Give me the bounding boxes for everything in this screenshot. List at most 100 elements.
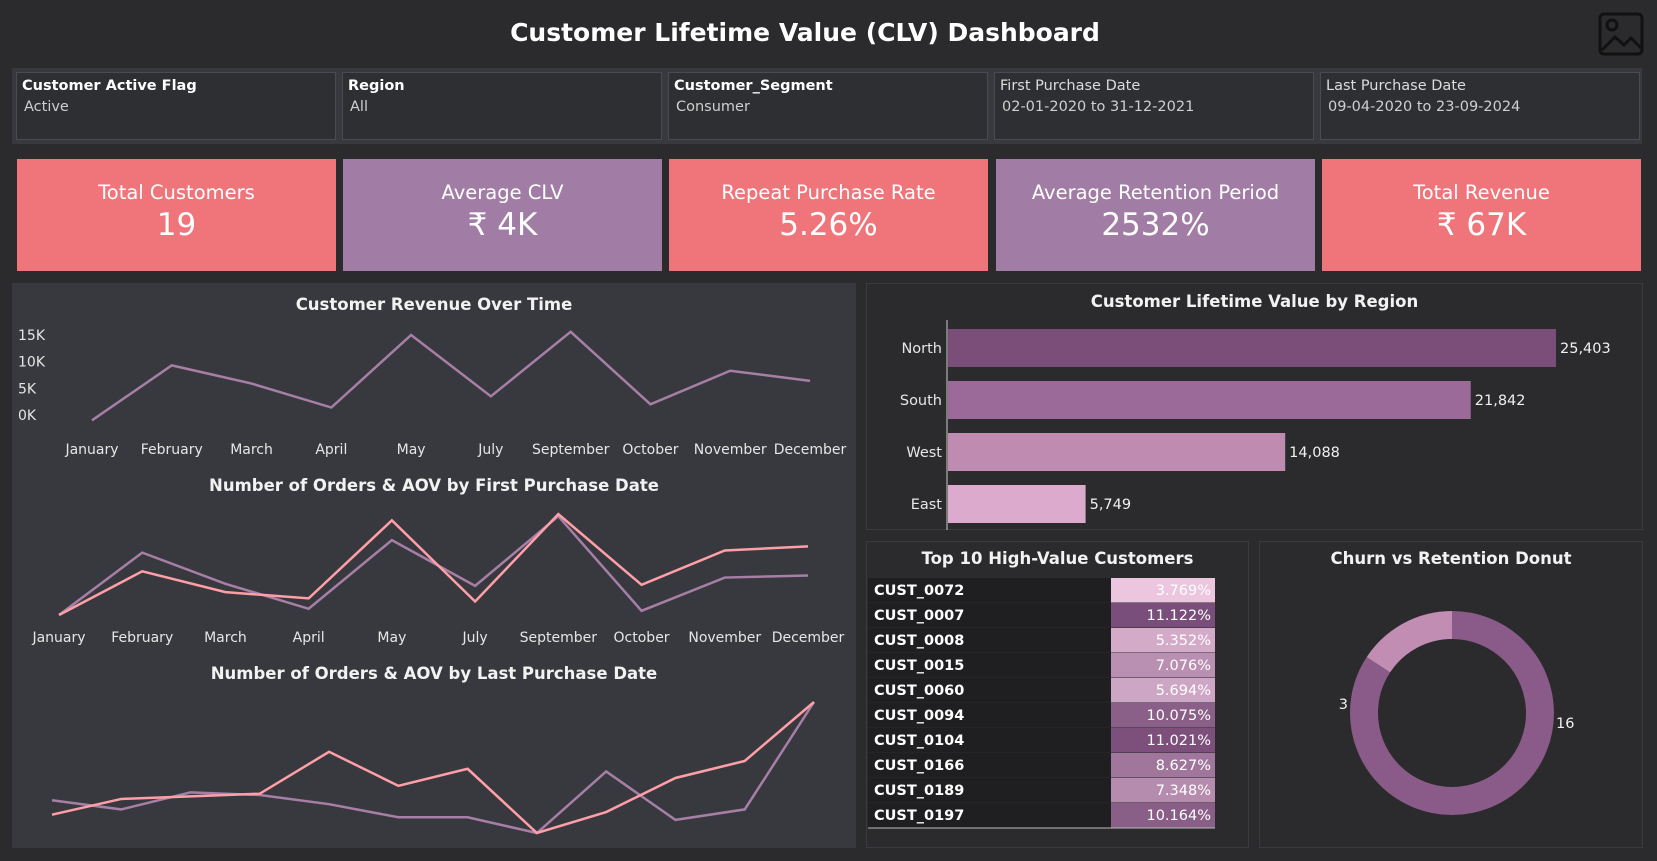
filter-customer-segment[interactable]: Customer_Segment Consumer — [668, 72, 988, 140]
x-tick-label: November — [694, 442, 767, 458]
kpi-label: Average CLV — [441, 181, 564, 204]
filter-customer-active-flag[interactable]: Customer Active Flag Active — [16, 72, 336, 140]
x-tick-label: July — [462, 630, 488, 646]
x-tick-label: December — [772, 630, 845, 646]
customer-id: CUST_0007 — [874, 608, 964, 624]
region-bar-svg: North 25,403 South 21,842 West 14,088 East 5,74… — [900, 320, 1611, 530]
customer-id: CUST_0094 — [874, 708, 964, 724]
kpi-total-customers: Total Customers 19 — [17, 159, 336, 271]
customer-pct: 10.164% — [1146, 808, 1211, 824]
top-customers-panel: Top 10 High-Value Customers CUST_0072 3.7… — [866, 541, 1249, 848]
customer-pct: 8.627% — [1156, 758, 1211, 774]
kpi-total-revenue: Total Revenue ₹ 67K — [1322, 159, 1641, 271]
filter-first-purchase-date[interactable]: First Purchase Date 02-01-2020 to 31-12-… — [994, 72, 1314, 140]
filter-label: Region — [348, 78, 405, 94]
filter-value: All — [350, 99, 368, 115]
x-tick-label: December — [774, 442, 847, 458]
customer-id: CUST_0166 — [874, 758, 964, 774]
donut-svg: 16 3 — [1339, 611, 1574, 815]
line-charts-panel: Customer Revenue Over Time Number of Ord… — [12, 283, 856, 848]
customer-pct: 7.348% — [1156, 783, 1211, 799]
bar-south — [948, 381, 1471, 419]
filter-label: Last Purchase Date — [1326, 78, 1466, 94]
customer-pct: 5.694% — [1156, 683, 1211, 699]
bar-category-label: East — [911, 497, 943, 513]
kpi-value: 2532% — [1101, 207, 1210, 243]
last-purchase-series-line-1 — [51, 701, 816, 835]
x-tick-label: September — [532, 442, 610, 458]
first-purchase-series-line-1 — [58, 514, 809, 617]
x-tick-label: April — [315, 442, 347, 458]
image-placeholder-icon[interactable] — [1598, 12, 1644, 56]
x-tick-label: January — [31, 630, 85, 646]
x-tick-label: October — [622, 442, 678, 458]
customer-pct: 3.769% — [1156, 583, 1211, 599]
customer-pct: 11.021% — [1146, 733, 1211, 749]
customer-pct: 11.122% — [1146, 608, 1211, 624]
x-tick-label: July — [477, 442, 503, 458]
customer-id: CUST_0189 — [874, 783, 964, 799]
customer-id: CUST_0060 — [874, 683, 964, 699]
customer-id: CUST_0197 — [874, 808, 964, 824]
filter-last-purchase-date[interactable]: Last Purchase Date 09-04-2020 to 23-09-2… — [1320, 72, 1640, 140]
customer-pct: 7.076% — [1156, 658, 1211, 674]
y-tick-label: 0K — [18, 408, 37, 424]
x-tick-label: April — [293, 630, 325, 646]
x-tick-label: May — [397, 442, 426, 458]
bar-category-label: North — [901, 341, 942, 357]
x-tick-label: February — [141, 442, 203, 458]
customer-id: CUST_0072 — [874, 583, 964, 599]
customer-pct: 5.352% — [1156, 633, 1211, 649]
y-tick-label: 15K — [18, 328, 46, 344]
bar-north — [948, 329, 1556, 367]
x-tick-label: May — [377, 630, 406, 646]
donut-label-retained: 16 — [1556, 716, 1574, 732]
donut-panel: Churn vs Retention Donut 16 3 — [1259, 541, 1643, 848]
kpi-value: ₹ 4K — [467, 207, 538, 243]
line-charts-svg: 15K 10K 5K 0K January February March April May Ju… — [18, 328, 847, 835]
bar-east — [948, 485, 1086, 523]
bar-value-label: 25,403 — [1560, 341, 1611, 357]
x-tick-label: September — [520, 630, 598, 646]
revenue-series-line — [91, 330, 811, 422]
bar-category-label: West — [906, 445, 942, 461]
bar-value-label: 21,842 — [1475, 393, 1526, 409]
kpi-repeat-purchase-rate: Repeat Purchase Rate 5.26% — [669, 159, 988, 271]
last-purchase-series-line-2 — [51, 701, 815, 835]
kpi-value: 19 — [156, 207, 197, 243]
y-tick-label: 5K — [18, 381, 37, 397]
filter-label: Customer Active Flag — [22, 78, 197, 94]
kpi-label: Total Customers — [98, 181, 255, 204]
bar-value-label: 14,088 — [1289, 445, 1340, 461]
customer-pct: 10.075% — [1146, 708, 1211, 724]
x-tick-label: March — [204, 630, 247, 646]
x-tick-label: October — [614, 630, 670, 646]
filter-label: First Purchase Date — [1000, 78, 1141, 94]
x-tick-label: January — [64, 442, 118, 458]
bar-value-label: 5,749 — [1090, 497, 1132, 513]
filter-value: 09-04-2020 to 23-09-2024 — [1328, 99, 1521, 115]
bar-category-label: South — [900, 393, 942, 409]
region-bar-panel: Customer Lifetime Value by Region North 2… — [866, 283, 1643, 530]
dashboard-title: Customer Lifetime Value (CLV) Dashboard — [510, 18, 1100, 47]
filter-value: 02-01-2020 to 31-12-2021 — [1002, 99, 1195, 115]
kpi-label: Average Retention Period — [1031, 181, 1280, 204]
x-tick-label: March — [230, 442, 273, 458]
customer-id: CUST_0104 — [874, 733, 964, 749]
kpi-label: Repeat Purchase Rate — [721, 181, 936, 204]
filter-region[interactable]: Region All — [342, 72, 662, 140]
top-customers-table: CUST_0072 3.769% CUST_0007 11.122% CUST_0008… — [868, 578, 1215, 829]
kpi-label: Total Revenue — [1413, 181, 1550, 204]
filter-value: Consumer — [676, 99, 750, 115]
kpi-average-clv: Average CLV ₹ 4K — [343, 159, 662, 271]
x-tick-label: February — [111, 630, 173, 646]
filter-label: Customer_Segment — [674, 78, 833, 94]
y-tick-label: 10K — [18, 355, 46, 371]
customer-id: CUST_0015 — [874, 658, 964, 674]
donut-label-churned: 3 — [1339, 697, 1348, 713]
filter-value: Active — [24, 99, 69, 115]
filter-bar: Customer Active Flag Active Region All C… — [12, 68, 1642, 144]
kpi-value: ₹ 67K — [1436, 207, 1527, 243]
bar-west — [948, 433, 1286, 471]
kpi-average-retention-period: Average Retention Period 2532% — [996, 159, 1315, 271]
